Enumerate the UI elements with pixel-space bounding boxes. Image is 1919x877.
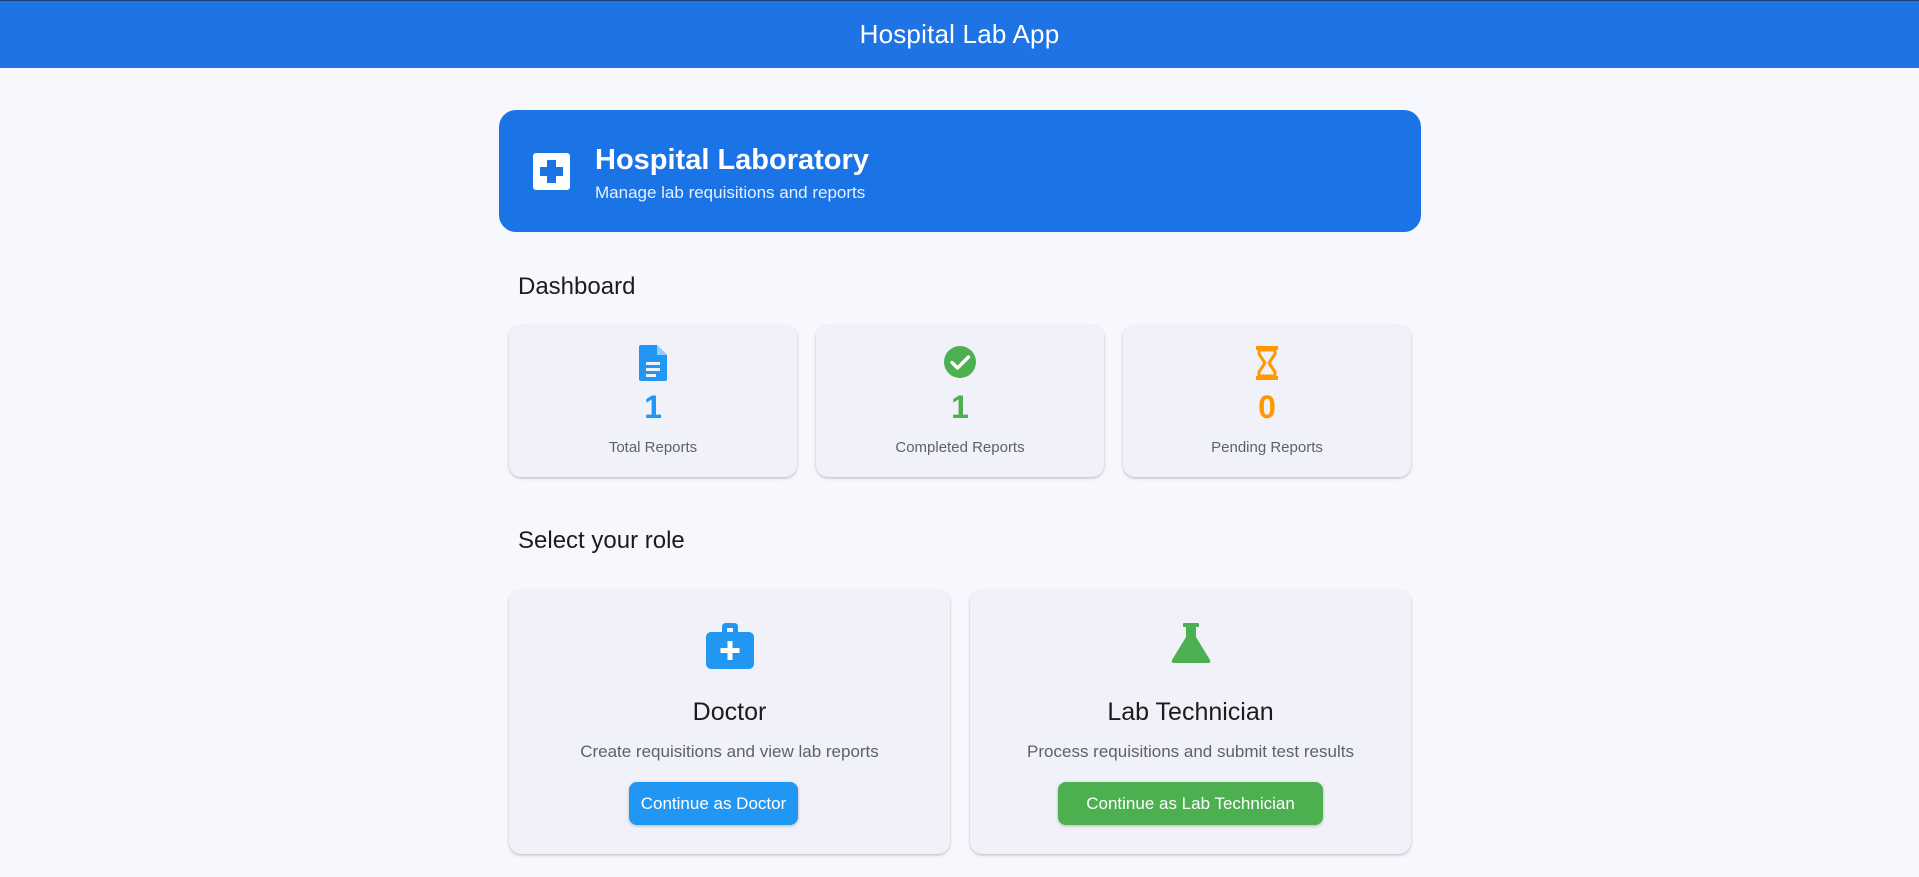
role-title: Doctor bbox=[692, 698, 767, 726]
hourglass-icon bbox=[1123, 345, 1411, 381]
dashboard-title: Dashboard bbox=[518, 273, 636, 300]
flask-icon bbox=[970, 622, 1411, 672]
role-title: Lab Technician bbox=[1107, 698, 1274, 726]
continue-as-doctor-button[interactable]: Continue as Doctor bbox=[629, 782, 798, 825]
stat-card-completed-reports: 1 Completed Reports bbox=[816, 325, 1104, 477]
hero-subtitle: Manage lab requisitions and reports bbox=[595, 183, 866, 202]
stat-value: 1 bbox=[951, 389, 969, 425]
role-card-lab-technician: Lab Technician Process requisitions and … bbox=[970, 590, 1411, 854]
stat-card-pending-reports: 0 Pending Reports bbox=[1123, 325, 1411, 477]
medical-cross-icon bbox=[533, 153, 570, 190]
stat-card-total-reports: 1 Total Reports bbox=[509, 325, 797, 477]
app-bar: Hospital Lab App bbox=[0, 0, 1919, 68]
document-icon bbox=[509, 345, 797, 381]
hero-banner: Hospital Laboratory Manage lab requisiti… bbox=[499, 110, 1421, 232]
stat-label: Pending Reports bbox=[1211, 439, 1323, 456]
stat-value: 0 bbox=[1258, 389, 1276, 425]
role-description: Create requisitions and view lab reports bbox=[580, 742, 879, 761]
continue-as-lab-technician-button[interactable]: Continue as Lab Technician bbox=[1058, 782, 1323, 825]
medical-bag-icon bbox=[509, 622, 950, 672]
hero-title: Hospital Laboratory bbox=[595, 144, 869, 176]
role-description: Process requisitions and submit test res… bbox=[1027, 742, 1354, 761]
stat-value: 1 bbox=[644, 389, 662, 425]
check-circle-icon bbox=[816, 345, 1104, 381]
stat-label: Total Reports bbox=[608, 439, 698, 456]
stat-label: Completed Reports bbox=[895, 439, 1025, 456]
roles-title: Select your role bbox=[518, 527, 685, 554]
role-card-doctor: Doctor Create requisitions and view lab … bbox=[509, 590, 950, 854]
app-title: Hospital Lab App bbox=[859, 19, 1060, 49]
